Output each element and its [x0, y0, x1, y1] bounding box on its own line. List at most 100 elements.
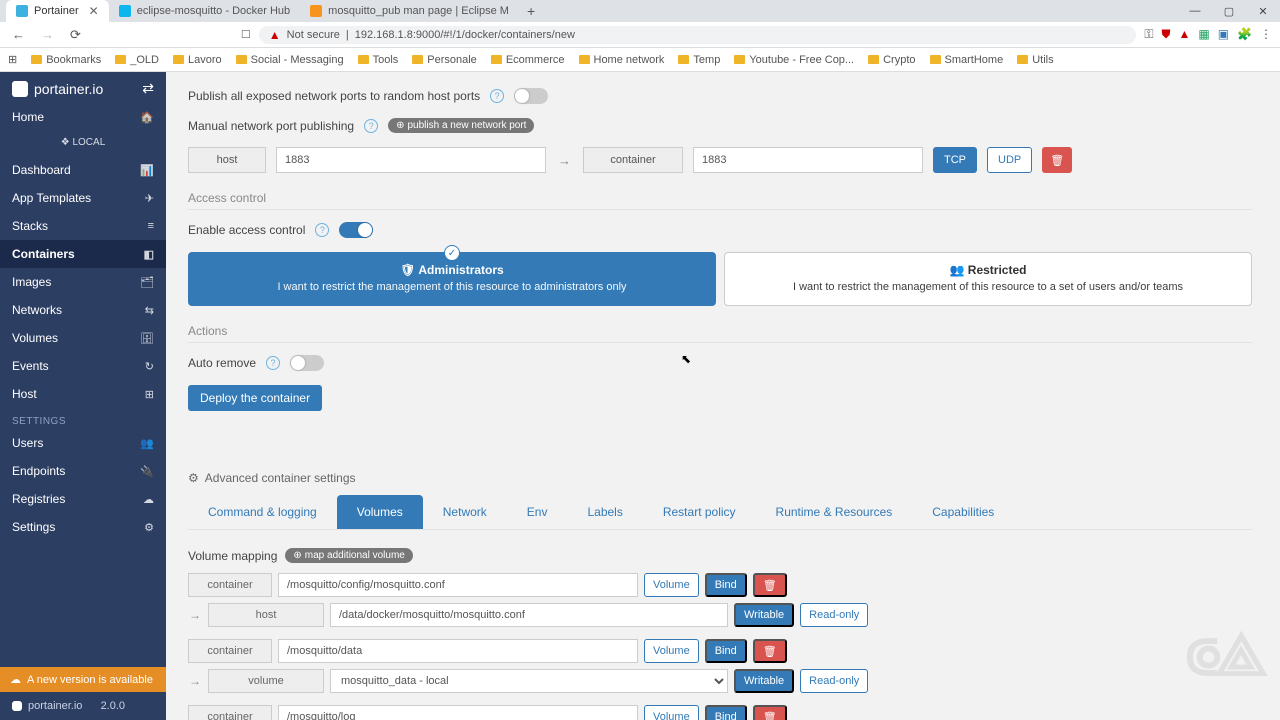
- app-icon[interactable]: ▦: [1198, 27, 1209, 42]
- browser-tab-portainer[interactable]: Portainer ✕: [6, 0, 109, 22]
- app2-icon[interactable]: ▣: [1218, 27, 1229, 42]
- vol-volume-select[interactable]: mosquitto_data - local: [330, 669, 728, 693]
- grid-icon: ⊞: [8, 53, 17, 66]
- sidebar-item-endpoints[interactable]: Endpoints🔌: [0, 457, 166, 485]
- sidebar-item-stacks[interactable]: Stacks≡: [0, 212, 166, 240]
- shield-icon[interactable]: ⛊: [1161, 27, 1170, 42]
- tab-capabilities[interactable]: Capabilities: [912, 495, 1014, 529]
- vol-type-volume-button[interactable]: Volume: [644, 573, 699, 597]
- sidebar-item-containers[interactable]: Containers◧: [0, 240, 166, 268]
- vol-delete-button[interactable]: 🗑: [753, 705, 787, 720]
- bm-bookmarks[interactable]: Bookmarks: [31, 54, 101, 66]
- tab-runtime-resources[interactable]: Runtime & Resources: [756, 495, 913, 529]
- vol-type-volume-button[interactable]: Volume: [644, 639, 699, 663]
- sidebar-item-settings[interactable]: Settings⚙: [0, 513, 166, 541]
- tcp-button[interactable]: TCP: [933, 147, 977, 173]
- templates-icon: ✈: [145, 192, 154, 205]
- vol-type-bind-button[interactable]: Bind: [705, 573, 747, 597]
- apps-button[interactable]: ⊞: [8, 53, 17, 66]
- forward-button[interactable]: →: [37, 27, 58, 42]
- ext-menu-icon[interactable]: 🧩: [1237, 27, 1252, 42]
- bm-temp[interactable]: Temp: [678, 54, 720, 66]
- minimize-button[interactable]: —: [1178, 5, 1212, 18]
- vol-delete-button[interactable]: 🗑: [753, 573, 787, 597]
- help-icon[interactable]: ?: [266, 356, 280, 370]
- deploy-container-button[interactable]: Deploy the container: [188, 385, 322, 411]
- bm-crypto[interactable]: Crypto: [868, 54, 915, 66]
- help-icon[interactable]: ?: [315, 223, 329, 237]
- tab-env[interactable]: Env: [507, 495, 568, 529]
- browser-tab-dockerhub[interactable]: eclipse-mosquitto - Docker Hub: [109, 0, 300, 22]
- brand[interactable]: portainer.io: [12, 81, 103, 97]
- container-port-input[interactable]: [693, 147, 923, 173]
- tab-volumes[interactable]: Volumes: [337, 495, 423, 529]
- help-icon[interactable]: ?: [490, 89, 504, 103]
- publish-port-button[interactable]: ⊕publish a new network port: [388, 118, 534, 133]
- new-tab-button[interactable]: +: [519, 3, 543, 19]
- vol-writable-button[interactable]: Writable: [734, 603, 794, 627]
- vol-delete-button[interactable]: 🗑: [753, 639, 787, 663]
- bm-personale[interactable]: Personale: [412, 54, 477, 66]
- new-version-banner[interactable]: ☁A new version is available: [0, 667, 166, 692]
- manual-ports-label: Manual network port publishing: [188, 119, 354, 133]
- map-additional-volume-button[interactable]: ⊕map additional volume: [285, 548, 412, 563]
- vol-type-volume-button[interactable]: Volume: [644, 705, 699, 720]
- vol-host-path-input[interactable]: [330, 603, 728, 627]
- reload-button[interactable]: ⟳: [66, 27, 85, 43]
- vol-type-bind-button[interactable]: Bind: [705, 639, 747, 663]
- tab-labels[interactable]: Labels: [567, 495, 642, 529]
- bm-tools[interactable]: Tools: [358, 54, 399, 66]
- logo-icon: [12, 81, 28, 97]
- close-window-button[interactable]: ✕: [1246, 5, 1280, 18]
- url-box[interactable]: ▲ Not secure | 192.168.1.8:9000/#!/1/doc…: [259, 26, 1137, 44]
- ac-card-administrators[interactable]: ✓ 🛡 Administrators I want to restrict th…: [188, 252, 716, 306]
- back-button[interactable]: ←: [8, 27, 29, 42]
- bm-youtube[interactable]: Youtube - Free Cop...: [734, 54, 854, 66]
- sidebar-item-dashboard[interactable]: Dashboard📊: [0, 156, 166, 184]
- sidebar-toggle-icon[interactable]: ⇄: [142, 80, 154, 97]
- bm-ecommerce[interactable]: Ecommerce: [491, 54, 565, 66]
- vol-readonly-button[interactable]: Read-only: [800, 603, 868, 627]
- enable-ac-toggle[interactable]: [339, 222, 373, 238]
- sidebar-item-events[interactable]: Events↻: [0, 352, 166, 380]
- sidebar-item-registries[interactable]: Registries☁: [0, 485, 166, 513]
- bm-old[interactable]: _OLD: [115, 54, 159, 66]
- sidebar-item-host[interactable]: Host⊞: [0, 380, 166, 408]
- trash-icon: 🗑: [1050, 154, 1064, 167]
- sidebar-item-volumes[interactable]: Volumes🗄: [0, 324, 166, 352]
- arrow-icon: →: [556, 153, 573, 168]
- vol-container-path-input[interactable]: [278, 573, 638, 597]
- publish-all-toggle[interactable]: [514, 88, 548, 104]
- sidebar-item-users[interactable]: Users👥: [0, 429, 166, 457]
- sidebar-item-images[interactable]: Images🗂: [0, 268, 166, 296]
- bm-smarthome[interactable]: SmartHome: [930, 54, 1004, 66]
- close-icon[interactable]: ✕: [89, 4, 99, 18]
- ac-card-restricted[interactable]: 👥 Restricted I want to restrict the mana…: [724, 252, 1252, 306]
- delete-port-button[interactable]: 🗑: [1042, 147, 1072, 173]
- key-icon[interactable]: ⚿: [1144, 27, 1153, 42]
- warning-ext-icon[interactable]: ▲: [1178, 27, 1190, 42]
- maximize-button[interactable]: ▢: [1212, 5, 1246, 18]
- bookmark-icon[interactable]: ☐: [241, 28, 251, 41]
- udp-button[interactable]: UDP: [987, 147, 1032, 173]
- menu-icon[interactable]: ⋮: [1260, 27, 1272, 42]
- sidebar-item-home[interactable]: Home🏠: [0, 103, 166, 131]
- vol-container-path-input[interactable]: [278, 705, 638, 720]
- bm-social[interactable]: Social - Messaging: [236, 54, 344, 66]
- vol-readonly-button[interactable]: Read-only: [800, 669, 868, 693]
- sidebar-item-networks[interactable]: Networks⇆: [0, 296, 166, 324]
- browser-tab-eclipse[interactable]: mosquitto_pub man page | Eclipse M: [300, 0, 519, 22]
- help-icon[interactable]: ?: [364, 119, 378, 133]
- bm-lavoro[interactable]: Lavoro: [173, 54, 222, 66]
- host-port-input[interactable]: [276, 147, 546, 173]
- vol-writable-button[interactable]: Writable: [734, 669, 794, 693]
- vol-type-bind-button[interactable]: Bind: [705, 705, 747, 720]
- tab-network[interactable]: Network: [423, 495, 507, 529]
- tab-restart-policy[interactable]: Restart policy: [643, 495, 756, 529]
- bm-utils[interactable]: Utils: [1017, 54, 1053, 66]
- auto-remove-toggle[interactable]: [290, 355, 324, 371]
- vol-container-path-input[interactable]: [278, 639, 638, 663]
- sidebar-item-app-templates[interactable]: App Templates✈: [0, 184, 166, 212]
- bm-home-network[interactable]: Home network: [579, 54, 665, 66]
- tab-command-logging[interactable]: Command & logging: [188, 495, 337, 529]
